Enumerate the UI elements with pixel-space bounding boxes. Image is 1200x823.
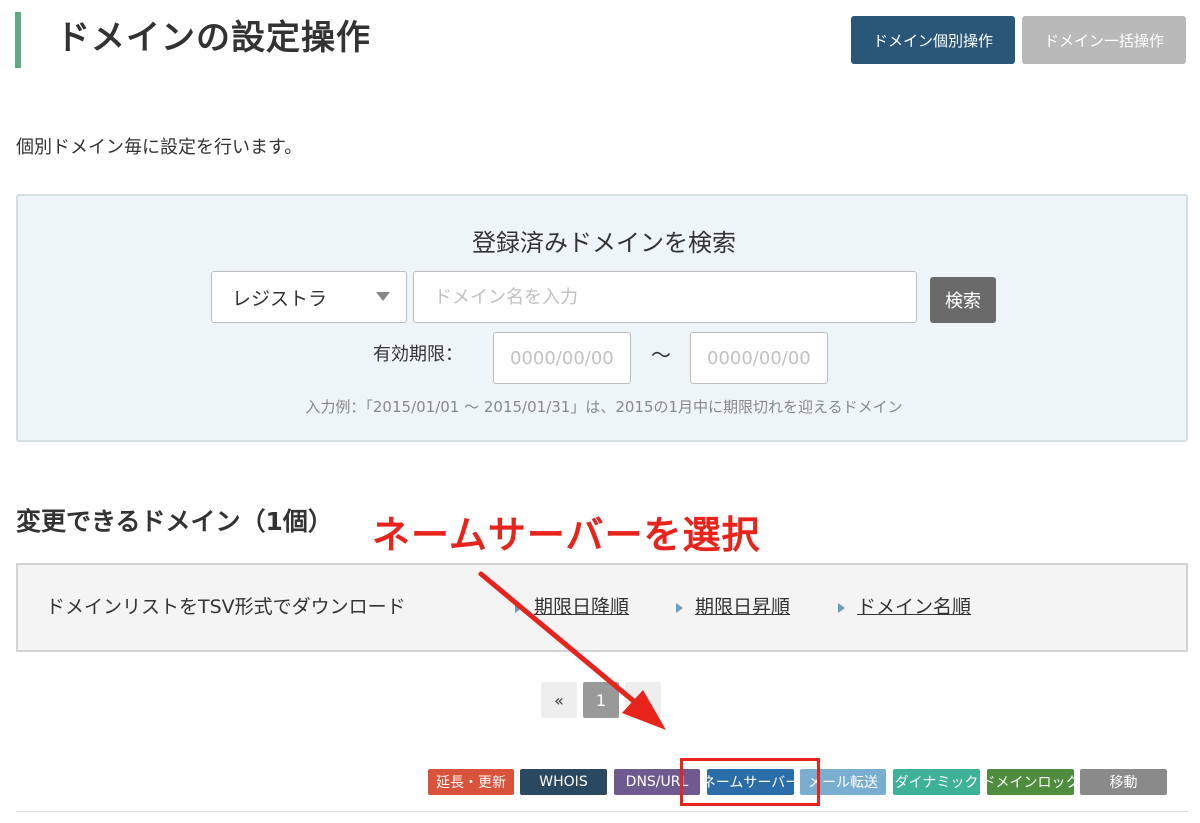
sort-expiry-asc-link[interactable]: 期限日昇順 [676, 593, 790, 621]
triangle-right-icon [515, 602, 522, 613]
annotation-highlight-box [680, 758, 820, 806]
registrar-select-value: レジストラ [232, 287, 328, 310]
annotation-label: ネームサーバーを選択 [372, 513, 761, 557]
move-button[interactable]: 移動 [1080, 769, 1167, 795]
sort-expiry-desc-link[interactable]: 期限日降順 [515, 593, 629, 621]
renew-button[interactable]: 延長・更新 [428, 769, 514, 795]
dynamic-dns-button[interactable]: ダイナミック [893, 769, 980, 795]
search-button[interactable]: 検索 [930, 277, 996, 323]
individual-operation-button[interactable]: ドメイン個別操作 [851, 16, 1015, 64]
expiry-to-input[interactable] [690, 332, 828, 384]
domain-lock-button[interactable]: ドメインロック [982, 769, 1080, 795]
pagination-next[interactable]: » [625, 682, 661, 718]
tsv-download-label: ドメインリストをTSV形式でダウンロード [46, 596, 406, 618]
registrar-select[interactable]: レジストラ [211, 271, 407, 323]
domain-search-input[interactable] [413, 271, 917, 323]
page-title: ドメインの設定操作 [56, 18, 371, 58]
expiry-label: 有効期限： [373, 344, 463, 365]
sort-expiry-desc-label: 期限日降順 [534, 596, 630, 618]
date-range-separator: 〜 [651, 343, 671, 367]
bulk-operation-button[interactable]: ドメイン一括操作 [1022, 16, 1186, 64]
sort-domain-name-label: ドメイン名順 [857, 596, 972, 618]
page-description: 個別ドメイン毎に設定を行います。 [16, 137, 303, 158]
search-panel: 登録済みドメインを検索 レジストラ 検索 有効期限： 〜 入力例：「2015/0… [16, 194, 1188, 442]
sort-expiry-asc-label: 期限日昇順 [695, 596, 791, 618]
download-panel: ドメインリストをTSV形式でダウンロード 期限日降順 期限日昇順 ドメイン名順 [16, 563, 1188, 652]
title-accent-bar [15, 12, 21, 68]
domain-list-heading: 変更できるドメイン（1個） [16, 507, 333, 536]
search-title: 登録済みドメインを検索 [472, 229, 736, 257]
whois-button[interactable]: WHOIS [520, 769, 607, 795]
expiry-from-input[interactable] [493, 332, 631, 384]
list-divider [16, 811, 1188, 812]
caret-down-icon [376, 292, 390, 301]
triangle-right-icon [838, 602, 845, 613]
input-example-text: 入力例：「2015/01/01 〜 2015/01/31」は、2015の1月中に… [305, 398, 903, 416]
pagination-current-page[interactable]: 1 [583, 682, 619, 718]
pagination-prev[interactable]: « [541, 682, 577, 718]
sort-domain-name-link[interactable]: ドメイン名順 [838, 593, 971, 621]
triangle-right-icon [676, 602, 683, 613]
